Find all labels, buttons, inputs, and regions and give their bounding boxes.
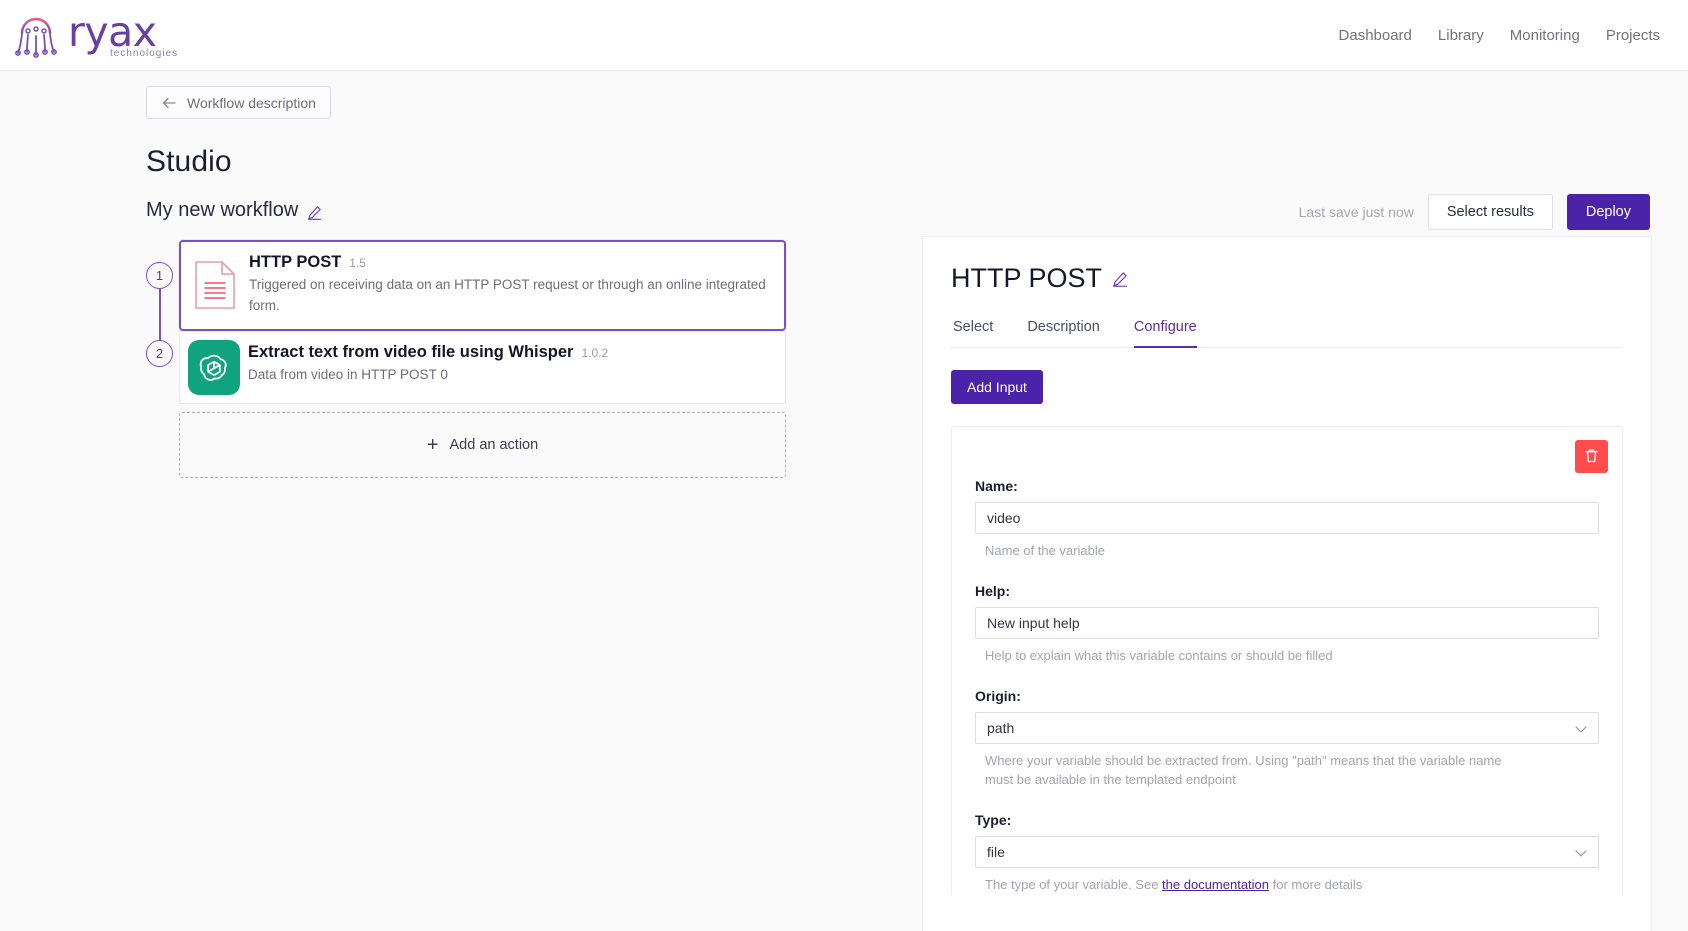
step-description: Triggered on receiving data on an HTTP P… [249,277,766,313]
add-an-action-button[interactable]: + Add an action [179,411,786,478]
workflow-name: My new workflow [146,199,299,221]
openai-logo-icon [188,339,240,395]
edit-step-name-pencil-icon[interactable] [1112,271,1128,287]
field-name: Name: Name of the variable [975,478,1599,561]
page-title: Studio [146,145,232,178]
edit-workflow-name-pencil-icon[interactable] [307,203,322,220]
workflow-steps: 1 2 HTTP POST 1.5 Triggered on receiving… [146,240,786,478]
deploy-button[interactable]: Deploy [1566,194,1650,230]
field-hint-origin: Where your variable should be extracted … [985,752,1502,788]
panel-toolbar: Last save just now Select results Deploy [922,71,1652,236]
workflow-editor-column: Workflow description Studio My new workf… [0,71,922,931]
document-lines-icon [193,259,237,311]
step-icon-container [180,332,248,403]
field-hint-name: Name of the variable [985,543,1105,558]
field-label-origin: Origin: [975,687,1021,704]
tab-configure[interactable]: Configure [1133,319,1197,348]
workflow-step-http-post[interactable]: HTTP POST 1.5 Triggered on receiving dat… [179,240,786,331]
step-text-block: Extract text from video file using Whisp… [248,332,785,403]
field-type: Type: The type of your variable. See the… [975,812,1599,895]
workflow-name-row: My new workflow [146,199,922,222]
workflow-step-whisper[interactable]: Extract text from video file using Whisp… [179,330,786,404]
input-help-field[interactable] [975,606,1599,639]
field-hint-help: Help to explain what this variable conta… [985,647,1333,663]
tab-description[interactable]: Description [1027,319,1100,348]
field-help: Help: Help to explain what this variable… [975,583,1599,666]
panel-title: HTTP POST [951,263,1103,293]
nav-item-library[interactable]: Library [1432,23,1490,48]
nav-item-projects[interactable]: Projects [1600,23,1666,48]
add-input-button[interactable]: Add Input [951,370,1043,404]
delete-input-button[interactable] [1575,440,1608,473]
brand-logo[interactable]: ryax technologies [8,7,178,63]
select-type-field[interactable] [975,836,1599,868]
input-name-field[interactable] [975,502,1599,534]
main-navigation: Dashboard Library Monitoring Projects [1333,23,1666,48]
configuration-panel-column: Last save just now Select results Deploy… [922,71,1688,931]
nav-item-dashboard[interactable]: Dashboard [1333,23,1418,48]
field-label-type: Type: [975,812,1012,828]
nav-item-monitoring[interactable]: Monitoring [1504,23,1586,48]
field-origin: Origin: Where your variable should be ex… [975,688,1599,791]
step-icon-container [181,242,249,329]
step-number-badge: 1 [146,262,173,289]
step-version: 1.0.2 [581,345,609,360]
step-text-block: HTTP POST 1.5 Triggered on receiving dat… [249,242,784,329]
field-hint-type-suffix: for more details [1269,877,1363,892]
workflow-description-back-button[interactable]: Workflow description [146,86,331,119]
brand-tagline: technologies [110,47,179,59]
field-hint-type: The type of your variable. See the docum… [975,875,1515,895]
back-button-label: Workflow description [187,94,316,111]
documentation-link[interactable]: the documentation [1162,877,1269,892]
step-title: HTTP POST [249,253,342,271]
field-label-help: Help: [975,582,1010,599]
tab-select[interactable]: Select [953,319,993,348]
brand-wordmark: ryax [68,7,157,56]
trash-icon [1583,447,1600,467]
arrow-left-icon [161,96,177,110]
select-results-button[interactable]: Select results [1427,194,1553,230]
ryax-jellyfish-logo-icon [8,7,64,63]
field-hint-type-prefix: The type of your variable. See [985,877,1163,892]
panel-header: HTTP POST [951,263,1623,294]
step-title: Extract text from video file using Whisp… [248,342,574,361]
step-configuration-panel: HTTP POST Select Description Configure A… [922,236,1652,931]
step-description: Data from video in HTTP POST 0 [248,366,448,382]
select-origin-field[interactable] [975,711,1599,744]
last-save-status: Last save just now [1298,204,1414,220]
step-number-badge: 2 [146,340,173,367]
field-label-name: Name: [975,478,1018,494]
step-version: 1.5 [349,256,366,270]
panel-tabs: Select Description Configure [951,319,1623,348]
add-action-label: Add an action [449,436,539,453]
plus-icon: + [426,433,439,456]
page-body: Workflow description Studio My new workf… [0,71,1688,931]
top-bar: ryax technologies Dashboard Library Moni… [0,0,1688,71]
input-definition-card: Name: Name of the variable Help: Help to… [951,426,1623,895]
